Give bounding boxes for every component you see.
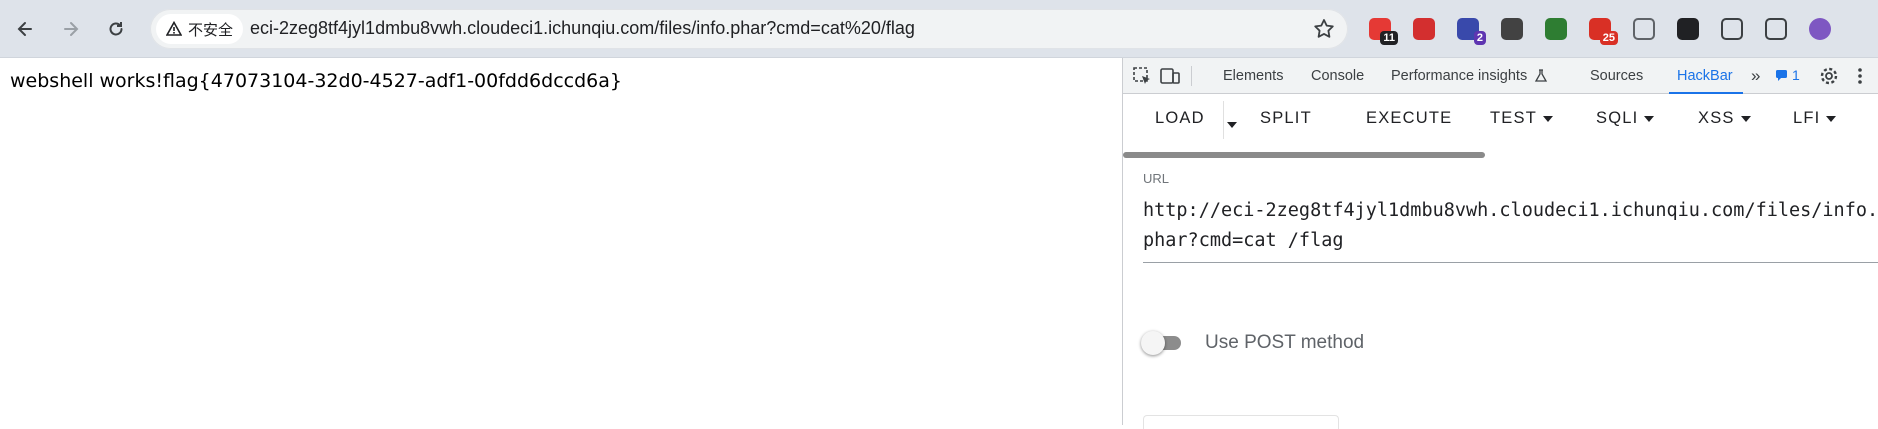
security-label: 不安全	[188, 21, 234, 39]
profile-avatar-icon	[1809, 18, 1831, 40]
split-button[interactable]: SPLIT	[1260, 109, 1312, 128]
devtools-tab-bar: Elements Console Performance insights So…	[1123, 58, 1878, 94]
load-button[interactable]: LOAD	[1155, 109, 1205, 128]
forward-button[interactable]	[54, 12, 88, 46]
message-icon	[1776, 69, 1787, 81]
url-label: URL	[1143, 171, 1170, 186]
chevron-down-icon	[1644, 115, 1655, 122]
extension-row: 11 2 25	[1362, 10, 1838, 48]
lfi-label: LFI	[1793, 109, 1821, 127]
extension-monitor-button[interactable]	[1406, 11, 1442, 47]
chevron-down-icon	[1826, 115, 1837, 122]
reload-button[interactable]	[99, 12, 133, 46]
xss-menu-button[interactable]: XSS	[1698, 109, 1751, 128]
side-panel-icon	[1765, 18, 1787, 40]
extension-game-button[interactable]	[1670, 11, 1706, 47]
more-tabs-icon[interactable]: »	[1751, 58, 1760, 94]
extension-badge: 25	[1599, 31, 1618, 45]
load-dropdown-button[interactable]	[1227, 115, 1237, 134]
body-field-edge	[1143, 415, 1339, 429]
forward-icon	[64, 22, 79, 36]
devtools-panel: Elements Console Performance insights So…	[1122, 58, 1878, 429]
security-chip[interactable]: 不安全	[156, 14, 244, 44]
back-icon	[17, 22, 32, 36]
extension-badge: 2	[1473, 31, 1486, 45]
page-output-text: webshell works!flag{47073104-32d0-4527-a…	[10, 70, 622, 92]
test-menu-button[interactable]: TEST	[1490, 109, 1553, 128]
url-textarea[interactable]: http://eci-2zeg8tf4jyl1dmbu8vwh.cloudeci…	[1143, 196, 1878, 263]
tab-elements[interactable]: Elements	[1223, 58, 1283, 94]
address-bar[interactable]: 不安全 eci-2zeg8tf4jyl1dmbu8vwh.cloudeci1.i…	[150, 9, 1348, 49]
address-text[interactable]: eci-2zeg8tf4jyl1dmbu8vwh.cloudeci1.ichun…	[250, 18, 915, 39]
extension-game-icon	[1677, 18, 1699, 40]
extension-monitor-icon	[1413, 18, 1435, 40]
post-method-label: Use POST method	[1205, 332, 1365, 353]
flask-icon	[1535, 69, 1548, 82]
xss-label: XSS	[1698, 109, 1735, 127]
extension-copy-button[interactable]	[1626, 11, 1662, 47]
extension-copy-icon	[1633, 18, 1655, 40]
chevron-down-icon	[1227, 121, 1237, 128]
sqli-menu-button[interactable]: SQLI	[1596, 109, 1655, 128]
reload-icon	[109, 22, 123, 36]
extension-mask-icon	[1501, 18, 1523, 40]
extensions-puzzle-icon	[1721, 18, 1743, 40]
extension-badge: 11	[1380, 31, 1398, 45]
settings-gear-icon[interactable]	[1818, 65, 1840, 87]
bookmark-star-icon[interactable]	[1312, 17, 1336, 41]
extension-weibo-button[interactable]: 11	[1362, 11, 1398, 47]
load-divider	[1223, 101, 1224, 139]
more-options-icon[interactable]	[1849, 65, 1871, 87]
extension-globe-button[interactable]	[1538, 11, 1574, 47]
profile-avatar-button[interactable]	[1802, 11, 1838, 47]
tab-console[interactable]: Console	[1311, 58, 1364, 94]
extension-cube-button[interactable]: 2	[1450, 11, 1486, 47]
hackbar-toolbar: LOAD SPLIT EXECUTE TEST SQLI XSS LFI	[1123, 95, 1878, 145]
page-viewport: webshell works!flag{47073104-32d0-4527-a…	[0, 58, 1122, 425]
issues-count: 1	[1792, 67, 1800, 83]
test-label: TEST	[1490, 109, 1537, 127]
extension-globe-icon	[1545, 18, 1567, 40]
device-toolbar-icon[interactable]	[1159, 65, 1181, 87]
sqli-label: SQLI	[1596, 109, 1639, 127]
warning-icon	[166, 21, 182, 36]
chevron-down-icon	[1542, 115, 1553, 122]
back-button[interactable]	[8, 12, 42, 46]
lfi-menu-button[interactable]: LFI	[1793, 109, 1837, 128]
issues-counter[interactable]: 1	[1775, 67, 1800, 83]
tab-performance-insights[interactable]: Performance insights	[1391, 58, 1548, 94]
tab-divider	[1191, 66, 1192, 86]
extension-calendar-button[interactable]: 25	[1582, 11, 1618, 47]
tab-hackbar[interactable]: HackBar	[1669, 58, 1743, 94]
toggle-knob	[1141, 331, 1165, 355]
chevron-down-icon	[1740, 115, 1751, 122]
horizontal-scrollbar[interactable]	[1123, 152, 1485, 158]
side-panel-button[interactable]	[1758, 11, 1794, 47]
tab-sources[interactable]: Sources	[1590, 58, 1643, 94]
extension-mask-button[interactable]	[1494, 11, 1530, 47]
execute-button[interactable]: EXECUTE	[1366, 109, 1452, 128]
tab-performance-label: Performance insights	[1391, 68, 1528, 84]
inspect-element-icon[interactable]	[1131, 65, 1153, 87]
extensions-puzzle-button[interactable]	[1714, 11, 1750, 47]
browser-toolbar: 不安全 eci-2zeg8tf4jyl1dmbu8vwh.cloudeci1.i…	[0, 0, 1878, 58]
post-method-toggle[interactable]	[1141, 329, 1181, 355]
